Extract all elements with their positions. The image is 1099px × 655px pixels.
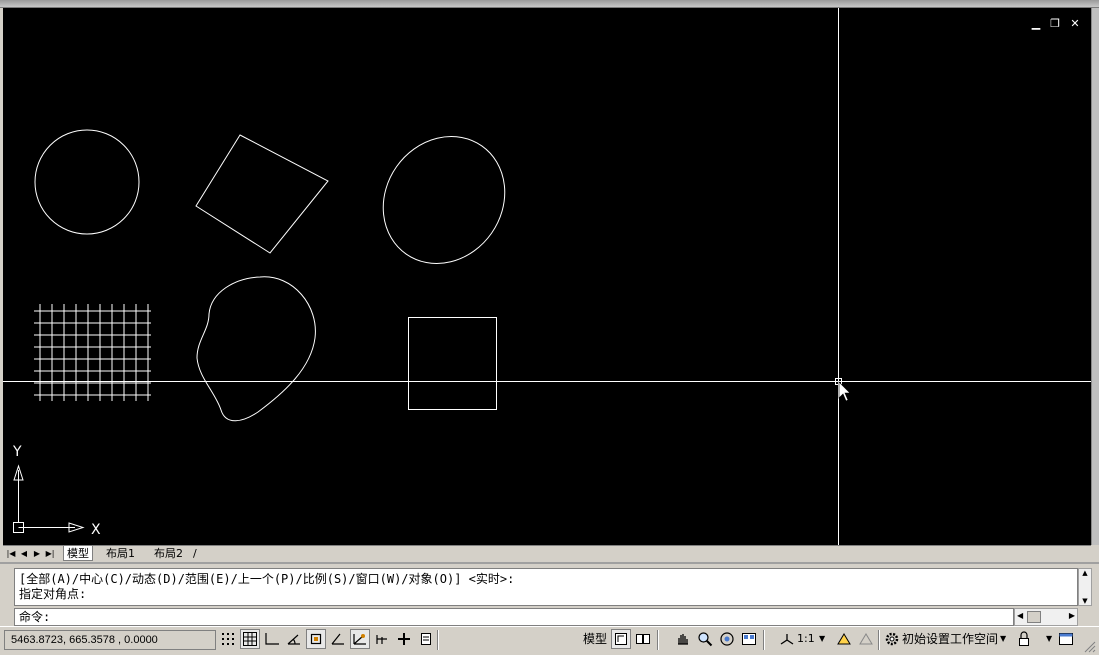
workspace-selector[interactable]: 初始设置工作空间 bbox=[902, 631, 998, 647]
coordinate-readout[interactable]: 5463.8723, 665.3578 , 0.0000 bbox=[4, 630, 216, 650]
lock-icon[interactable] bbox=[1014, 629, 1034, 649]
last-tab-icon[interactable]: ▶| bbox=[45, 548, 55, 559]
restore-icon[interactable]: ❐ bbox=[1048, 17, 1062, 31]
annotation-visibility-icon[interactable] bbox=[834, 629, 854, 649]
snap-icon[interactable] bbox=[218, 629, 238, 649]
command-history-line: 指定对角点: bbox=[19, 587, 87, 601]
command-input[interactable]: 命令: bbox=[14, 608, 1014, 626]
model-space-label[interactable]: 模型 bbox=[583, 631, 607, 647]
drawing-canvas[interactable]: Y X ▁ ❐ ✕ bbox=[3, 8, 1091, 545]
command-history: [全部(A)/中心(C)/动态(D)/范围(E)/上一个(P)/比例(S)/窗口… bbox=[14, 568, 1078, 606]
status-separator bbox=[878, 630, 880, 650]
annotation-scale-icon[interactable] bbox=[777, 629, 797, 649]
layout-tab-bar: |◀ ◀ ▶ ▶| 模型 布局1 布局2 / bbox=[3, 545, 1091, 561]
command-history-line: [全部(A)/中心(C)/动态(D)/范围(E)/上一个(P)/比例(S)/窗口… bbox=[19, 572, 515, 586]
ellipse-shape[interactable] bbox=[359, 113, 530, 288]
mouse-cursor-icon bbox=[838, 381, 851, 402]
ucs-y-label: Y bbox=[12, 444, 22, 460]
zoom-icon[interactable] bbox=[695, 629, 715, 649]
spline-shape[interactable] bbox=[196, 276, 316, 422]
command-scrollbar[interactable]: ▲ ▼ bbox=[1078, 568, 1092, 606]
prev-tab-icon[interactable]: ◀ bbox=[19, 548, 29, 559]
title-strip bbox=[0, 0, 1099, 8]
status-separator bbox=[763, 630, 765, 650]
showmotion-icon[interactable] bbox=[739, 629, 759, 649]
gear-icon[interactable] bbox=[882, 629, 902, 649]
quick-view-layouts-icon[interactable] bbox=[633, 629, 653, 649]
ducs-icon[interactable] bbox=[350, 629, 370, 649]
steering-wheel-icon[interactable] bbox=[717, 629, 737, 649]
scroll-right-icon[interactable]: ▶ bbox=[1069, 611, 1075, 620]
grid-icon[interactable] bbox=[240, 629, 260, 649]
drawing-svg: Y X bbox=[3, 8, 1091, 545]
chevron-down-icon[interactable]: ▼ bbox=[819, 631, 825, 647]
workspace-chevron-down-icon[interactable]: ▼ bbox=[1000, 631, 1006, 647]
status-separator bbox=[437, 630, 439, 650]
tab-layout1[interactable]: 布局1 bbox=[103, 546, 138, 561]
grid-shape[interactable] bbox=[34, 304, 151, 401]
scroll-left-icon[interactable]: ◀ bbox=[1017, 611, 1023, 620]
annotation-scale-value[interactable]: 1:1 bbox=[797, 631, 815, 647]
osnap-icon[interactable] bbox=[306, 629, 326, 649]
ucs-icon bbox=[13, 464, 85, 533]
layout-view-icon[interactable] bbox=[611, 629, 631, 649]
command-prompt: 命令: bbox=[19, 610, 51, 624]
tab-layout2[interactable]: 布局2 bbox=[151, 546, 186, 561]
tab-model[interactable]: 模型 bbox=[63, 546, 93, 561]
quick-properties-icon[interactable] bbox=[416, 629, 436, 649]
lineweight-icon[interactable] bbox=[394, 629, 414, 649]
tab-separator: / bbox=[193, 547, 197, 560]
pan-icon[interactable] bbox=[673, 629, 693, 649]
resize-grip-icon[interactable] bbox=[1082, 639, 1096, 653]
auto-scale-icon[interactable] bbox=[856, 629, 876, 649]
first-tab-icon[interactable]: |◀ bbox=[6, 548, 16, 559]
command-window: [全部(A)/中心(C)/动态(D)/范围(E)/上一个(P)/比例(S)/窗口… bbox=[0, 562, 1099, 626]
vertical-scrollbar[interactable] bbox=[1091, 8, 1099, 545]
command-horizontal-scrollbar[interactable]: ◀ ▶ bbox=[1014, 608, 1078, 626]
scroll-thumb[interactable] bbox=[1027, 611, 1041, 623]
scroll-down-icon[interactable]: ▼ bbox=[1079, 597, 1091, 605]
next-tab-icon[interactable]: ▶ bbox=[32, 548, 42, 559]
statusbar-menu-chevron-icon[interactable]: ▼ bbox=[1046, 631, 1052, 647]
otrack-icon[interactable] bbox=[328, 629, 348, 649]
status-bar: 5463.8723, 665.3578 , 0.0000 模型 1:1 ▼ 初始… bbox=[0, 626, 1099, 655]
close-icon[interactable]: ✕ bbox=[1068, 17, 1082, 31]
scroll-up-icon[interactable]: ▲ bbox=[1079, 569, 1091, 577]
rectangle-shape[interactable] bbox=[408, 317, 497, 410]
status-separator bbox=[657, 630, 659, 650]
rotated-square-shape[interactable] bbox=[195, 134, 329, 254]
circle-shape[interactable] bbox=[34, 129, 140, 235]
clean-screen-icon[interactable] bbox=[1056, 629, 1076, 649]
ucs-x-label: X bbox=[91, 522, 101, 538]
dyn-icon[interactable] bbox=[372, 629, 392, 649]
minimize-icon[interactable]: ▁ bbox=[1029, 17, 1043, 31]
polar-icon[interactable] bbox=[284, 629, 304, 649]
autocad-window: Y X ▁ ❐ ✕ |◀ ◀ ▶ ▶| 模型 布局1 布局2 / [全部(A)/… bbox=[0, 0, 1099, 655]
ortho-icon[interactable] bbox=[262, 629, 282, 649]
